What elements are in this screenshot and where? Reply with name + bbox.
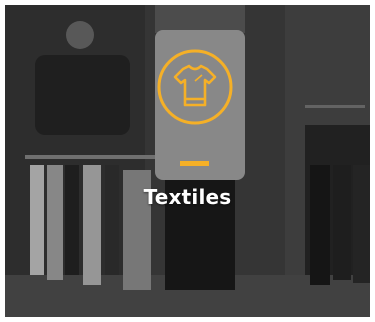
category-title[interactable]: Textiles	[5, 185, 370, 209]
tshirt-icon	[157, 49, 233, 125]
accent-bar	[180, 161, 209, 166]
category-card-textiles[interactable]: Textiles	[5, 5, 370, 317]
